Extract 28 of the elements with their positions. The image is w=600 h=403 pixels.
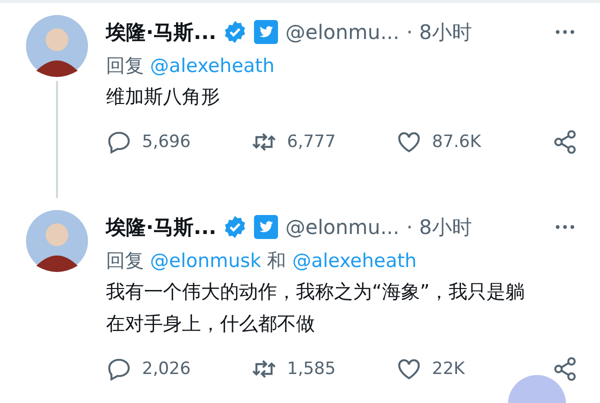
- display-name[interactable]: 埃隆·马斯...: [106, 214, 216, 240]
- share-icon[interactable]: [552, 356, 578, 382]
- reply-count: 2,026: [142, 359, 191, 379]
- more-icon[interactable]: [554, 223, 576, 231]
- like-count: 87.6K: [432, 132, 481, 152]
- retweet-count: 6,777: [287, 132, 336, 152]
- reply-line: 回复 @elonmusk 和 @alexeheath: [106, 249, 418, 274]
- reply-count: 5,696: [142, 132, 191, 152]
- share-icon[interactable]: [552, 129, 578, 155]
- tweet-text: 我有一个伟大的动作，我称之为“海象”，我只是躺在对手身上，什么都不做: [106, 280, 526, 337]
- more-icon[interactable]: [554, 28, 576, 36]
- avatar-icon[interactable]: [26, 210, 88, 272]
- reply-line: 回复 @alexeheath: [106, 54, 276, 79]
- bird-icon: [254, 215, 278, 239]
- timestamp: · 8小时: [406, 18, 472, 46]
- like-count: 22K: [432, 359, 465, 379]
- heart-icon[interactable]: [396, 356, 422, 382]
- user-handle[interactable]: @elonmu...: [285, 20, 400, 44]
- bird-icon: [254, 20, 278, 44]
- display-name[interactable]: 埃隆·马斯...: [106, 18, 216, 46]
- retweet-count: 1,585: [287, 359, 336, 379]
- timestamp: · 8小时: [406, 214, 472, 240]
- heart-icon[interactable]: [396, 129, 422, 155]
- reply-icon[interactable]: [106, 356, 132, 382]
- tweet-text: 维加斯八角形: [106, 85, 221, 110]
- avatar-icon[interactable]: [26, 15, 88, 77]
- reply-icon[interactable]: [106, 129, 132, 155]
- user-handle[interactable]: @elonmu...: [285, 215, 400, 239]
